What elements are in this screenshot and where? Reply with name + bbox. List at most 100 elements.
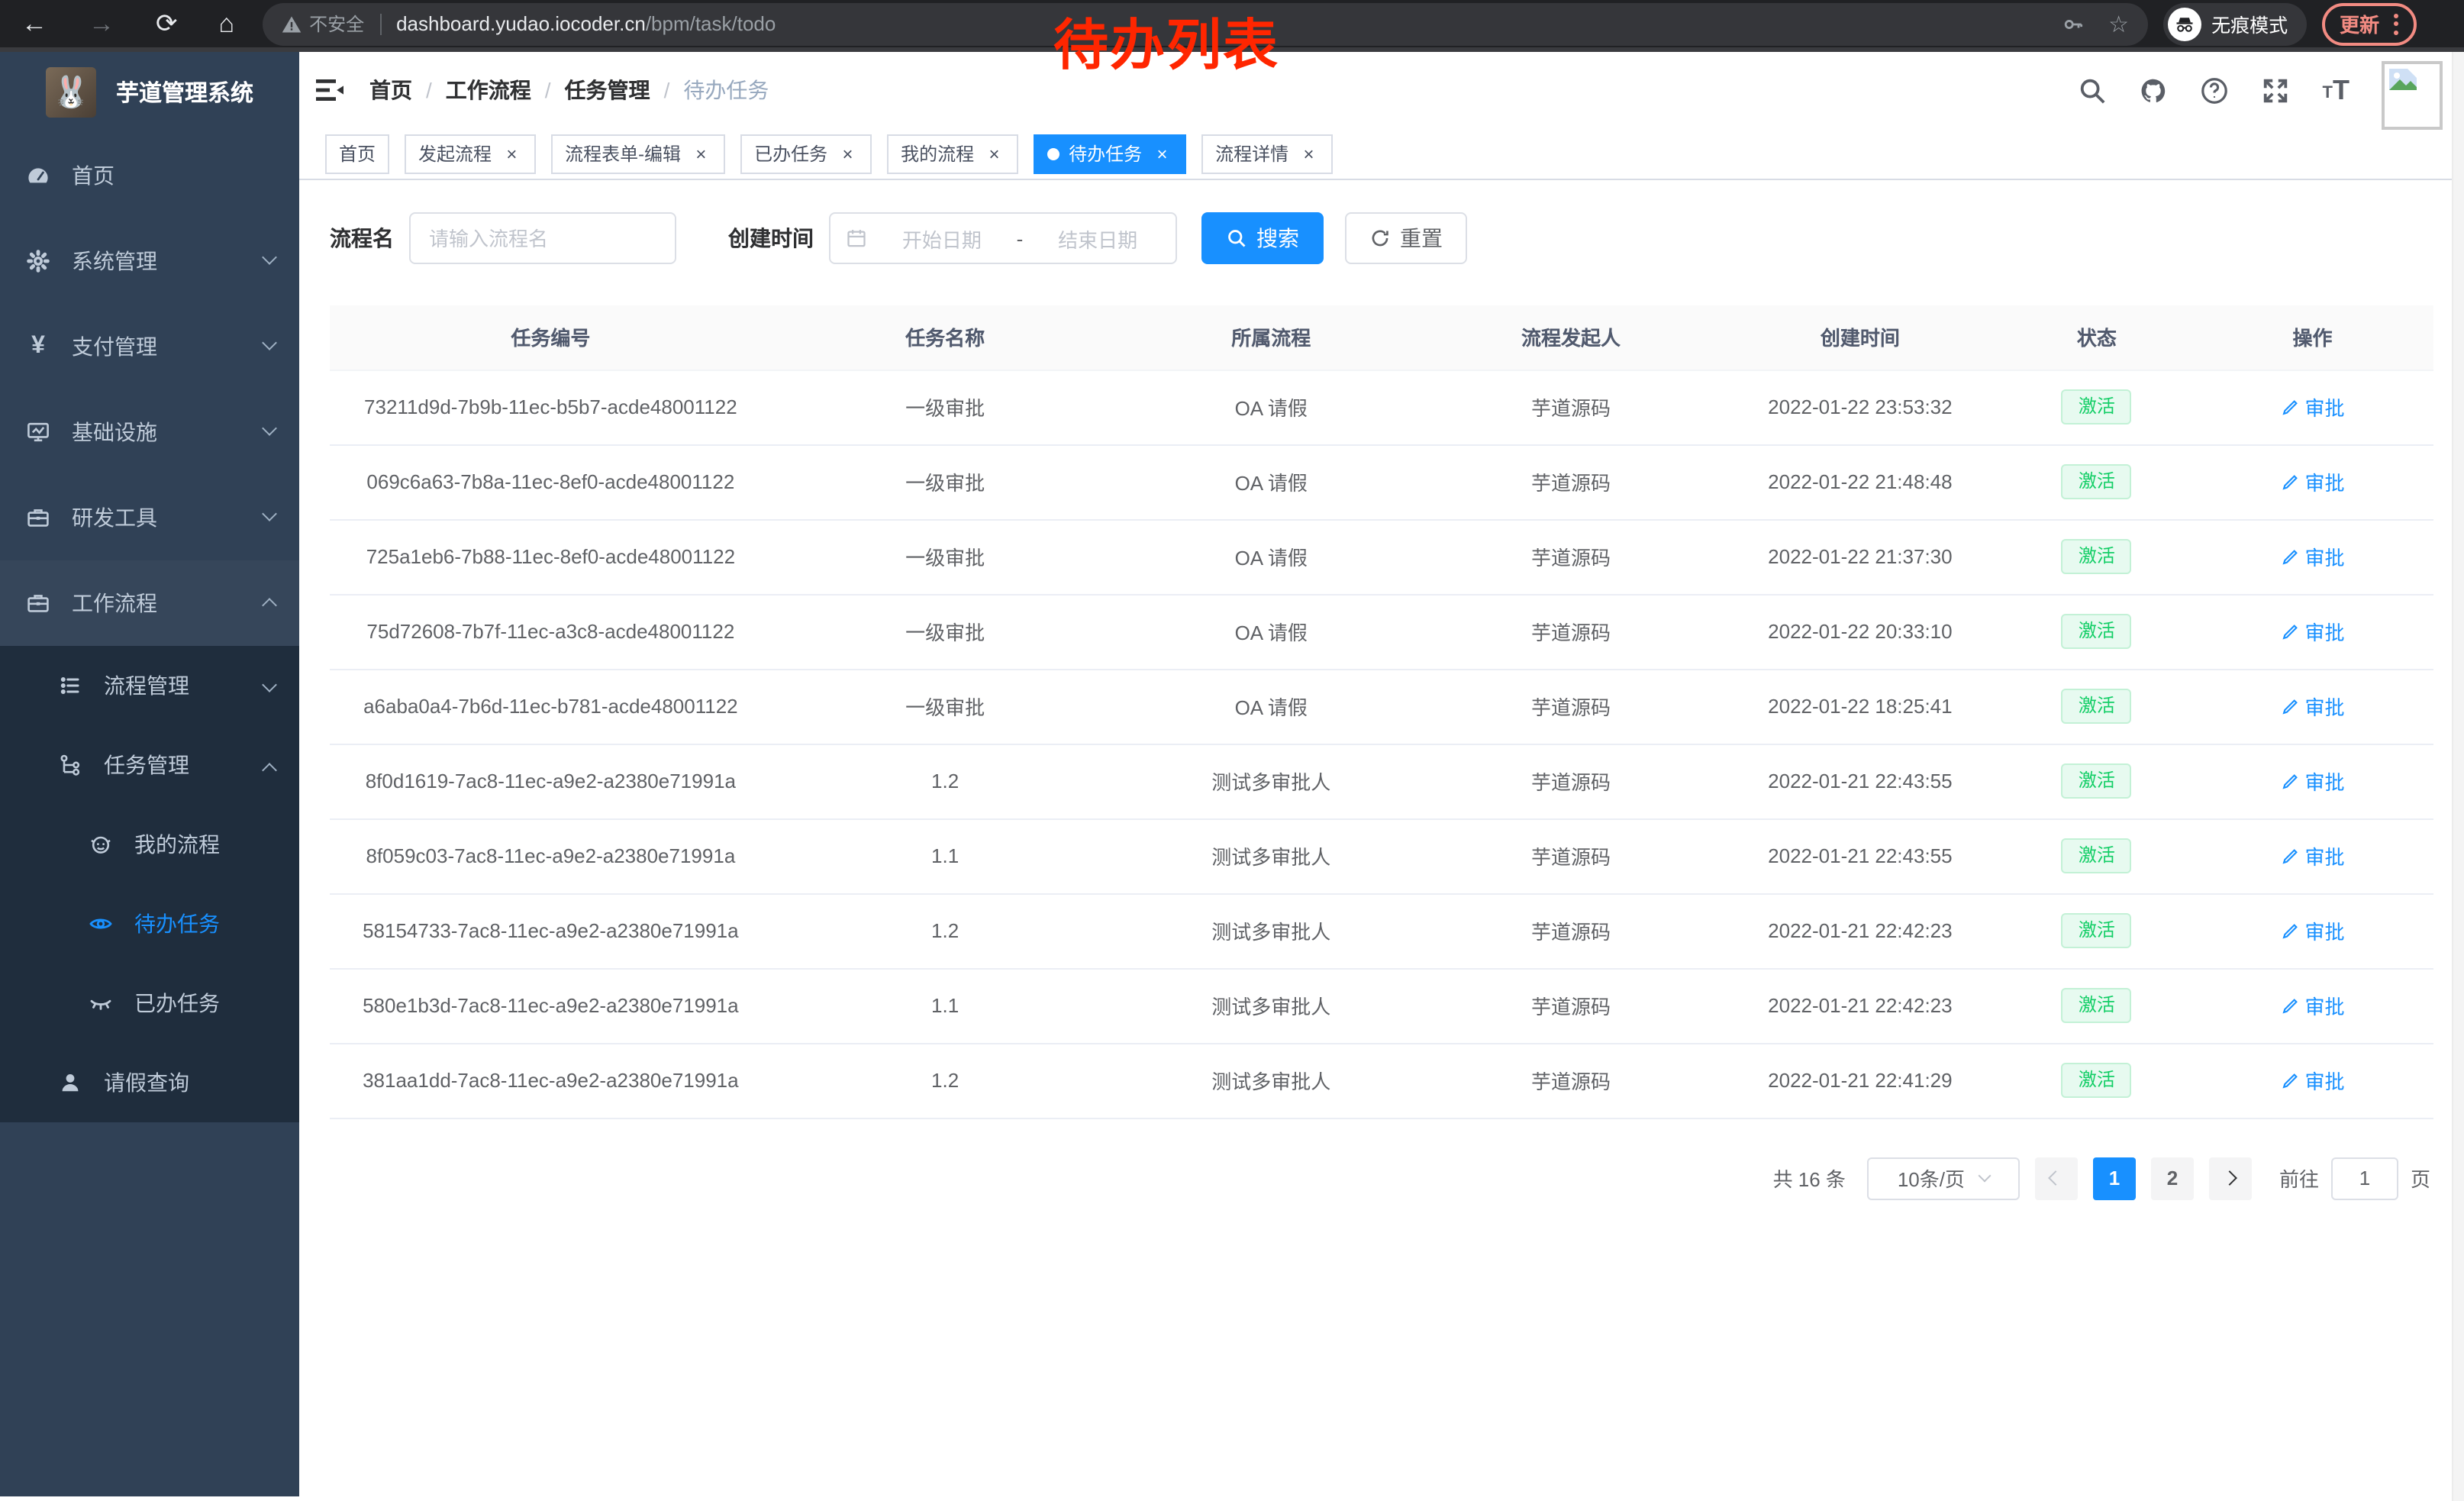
breadcrumb-home[interactable]: 首页 — [369, 75, 412, 105]
col-process: 所属流程 — [1118, 305, 1424, 370]
sidebar-item-devtools[interactable]: 研发工具 — [0, 475, 299, 560]
edit-icon — [2280, 697, 2298, 715]
edit-icon — [2280, 772, 2298, 790]
breadcrumb-workflow[interactable]: 工作流程 — [446, 75, 531, 105]
browser-update-button[interactable]: 更新 — [2321, 2, 2416, 45]
page-scrollbar[interactable] — [2452, 52, 2464, 1501]
sidebar-item-system[interactable]: 系统管理 — [0, 218, 299, 304]
help-icon[interactable] — [2201, 76, 2230, 105]
close-icon[interactable] — [1151, 143, 1172, 164]
avatar[interactable] — [2382, 61, 2443, 130]
github-icon[interactable] — [2140, 76, 2169, 105]
navbar: 首页 / 工作流程 / 任务管理 / 待办任务 TT — [299, 52, 2464, 128]
cell-starter: 芋道源码 — [1424, 744, 1718, 818]
approve-link[interactable]: 审批 — [2280, 916, 2344, 945]
page-button-2[interactable]: 2 — [2151, 1157, 2194, 1199]
end-date-placeholder: 结束日期 — [1035, 224, 1160, 253]
cell-task-id: 73211d9d-7b9b-11ec-b5b7-acde48001122 — [330, 370, 772, 444]
sidebar-item-todo-tasks[interactable]: 待办任务 — [0, 884, 299, 964]
browser-reload-icon[interactable]: ⟳ — [156, 11, 178, 37]
status-badge: 激活 — [2062, 615, 2132, 649]
sidebar-item-process-mgmt[interactable]: 流程管理 — [0, 646, 299, 725]
cell-task-id: 75d72608-7b7f-11ec-a3c8-acde48001122 — [330, 594, 772, 669]
tab-done-tasks[interactable]: 已办任务 — [740, 134, 872, 173]
tab-start-process[interactable]: 发起流程 — [405, 134, 536, 173]
tab-form-edit[interactable]: 流程表单-编辑 — [551, 134, 725, 173]
process-name-input[interactable] — [409, 212, 676, 264]
search-icon[interactable] — [2079, 76, 2108, 105]
sidebar-item-label: 流程管理 — [104, 670, 189, 701]
search-button[interactable]: 搜索 — [1201, 212, 1324, 264]
bookmark-star-icon[interactable]: ☆ — [2108, 10, 2129, 37]
chevron-right-icon — [2223, 1170, 2238, 1186]
goto-suffix: 页 — [2411, 1164, 2430, 1193]
close-icon[interactable] — [501, 143, 522, 164]
breadcrumb: 首页 / 工作流程 / 任务管理 / 待办任务 — [369, 75, 769, 105]
browser-menu-icon[interactable] — [2393, 13, 2398, 34]
browser-back-icon[interactable]: ← — [21, 11, 47, 37]
cell-task-name: 一级审批 — [772, 594, 1119, 669]
cell-created: 2022-01-22 20:33:10 — [1718, 594, 2002, 669]
font-size-icon[interactable]: TT — [2323, 78, 2350, 102]
tab-home[interactable]: 首页 — [325, 134, 389, 173]
sidebar-item-done-tasks[interactable]: 已办任务 — [0, 964, 299, 1043]
sidebar-item-infra[interactable]: 基础设施 — [0, 389, 299, 475]
tab-todo-tasks[interactable]: 待办任务 — [1034, 134, 1186, 173]
tab-process-detail[interactable]: 流程详情 — [1201, 134, 1333, 173]
page-button-1[interactable]: 1 — [2093, 1157, 2136, 1199]
date-range-picker[interactable]: 开始日期 - 结束日期 — [829, 212, 1177, 264]
close-icon[interactable] — [1298, 143, 1319, 164]
reset-button[interactable]: 重置 — [1345, 212, 1467, 264]
approve-link[interactable]: 审批 — [2280, 467, 2344, 496]
key-icon[interactable] — [2062, 13, 2084, 34]
col-created: 创建时间 — [1718, 305, 2002, 370]
cell-task-name: 1.2 — [772, 744, 1119, 818]
status-badge: 激活 — [2062, 465, 2132, 499]
refresh-icon — [1369, 228, 1391, 249]
approve-link[interactable]: 审批 — [2280, 841, 2344, 870]
close-icon[interactable] — [690, 143, 711, 164]
approve-link[interactable]: 审批 — [2280, 542, 2344, 571]
col-starter: 流程发起人 — [1424, 305, 1718, 370]
close-icon[interactable] — [983, 143, 1005, 164]
breadcrumb-task-mgmt[interactable]: 任务管理 — [565, 75, 650, 105]
approve-link[interactable]: 审批 — [2280, 767, 2344, 796]
approve-label: 审批 — [2304, 991, 2344, 1020]
user-icon — [58, 1070, 82, 1095]
tab-my-process[interactable]: 我的流程 — [887, 134, 1018, 173]
approve-link[interactable]: 审批 — [2280, 692, 2344, 721]
not-secure-label: 不安全 — [309, 11, 364, 37]
approve-link[interactable]: 审批 — [2280, 617, 2344, 646]
cell-task-id: 725a1eb6-7b88-11ec-8ef0-acde48001122 — [330, 519, 772, 594]
yen-icon: ¥ — [26, 333, 50, 360]
next-page-button[interactable] — [2209, 1157, 2252, 1199]
cell-task-name: 1.1 — [772, 968, 1119, 1043]
table-row: 8f059c03-7ac8-11ec-a9e2-a2380e71991a 1.1… — [330, 818, 2433, 893]
approve-link[interactable]: 审批 — [2280, 392, 2344, 421]
sidebar-item-task-mgmt[interactable]: 任务管理 — [0, 725, 299, 805]
sidebar-item-home[interactable]: 首页 — [0, 133, 299, 218]
prev-page-button[interactable] — [2035, 1157, 2078, 1199]
filter-bar: 流程名 创建时间 开始日期 - 结束日期 搜索 — [330, 212, 2433, 264]
browser-home-icon[interactable]: ⌂ — [219, 11, 235, 37]
sidebar-item-label: 工作流程 — [72, 588, 157, 618]
page-size-select[interactable]: 10条/页 — [1867, 1157, 2020, 1199]
cell-created: 2022-01-22 21:37:30 — [1718, 519, 2002, 594]
close-icon[interactable] — [837, 143, 858, 164]
sidebar-item-leave-query[interactable]: 请假查询 — [0, 1043, 299, 1122]
sidebar-item-my-process[interactable]: 我的流程 — [0, 805, 299, 884]
goto-page-input[interactable] — [2331, 1157, 2398, 1199]
table-row: 8f0d1619-7ac8-11ec-a9e2-a2380e71991a 1.2… — [330, 744, 2433, 818]
incognito-badge: 无痕模式 — [2162, 2, 2306, 45]
sidebar-collapse-icon[interactable] — [314, 75, 345, 105]
browser-forward-icon[interactable]: → — [89, 11, 114, 37]
cell-task-name: 一级审批 — [772, 669, 1119, 744]
approve-link[interactable]: 审批 — [2280, 1066, 2344, 1095]
approve-link[interactable]: 审批 — [2280, 991, 2344, 1020]
fullscreen-icon[interactable] — [2262, 76, 2291, 105]
tab-label: 发起流程 — [418, 140, 492, 166]
sidebar-item-workflow[interactable]: 工作流程 — [0, 560, 299, 646]
cell-task-name: 1.1 — [772, 818, 1119, 893]
logo-row[interactable]: 🐰 芋道管理系统 — [0, 52, 299, 133]
sidebar-item-payment[interactable]: ¥ 支付管理 — [0, 304, 299, 389]
